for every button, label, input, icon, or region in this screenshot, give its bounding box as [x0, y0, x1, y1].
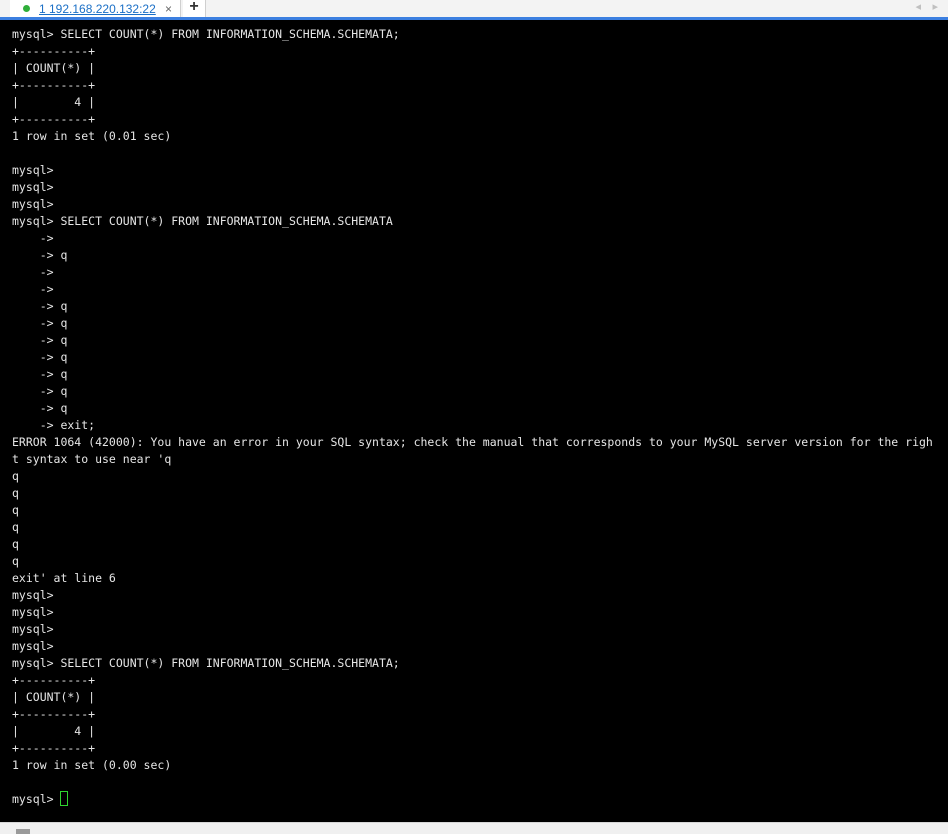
session-tab[interactable]: 1 192.168.220.132:22 ×: [10, 0, 181, 17]
terminal-line: | COUNT(*) |: [12, 690, 96, 704]
terminal-line: q: [12, 486, 19, 500]
terminal-line: -> q: [12, 248, 68, 262]
terminal-line: mysql>: [12, 639, 54, 653]
terminal-line: ->: [12, 265, 54, 279]
terminal-line: -> q: [12, 299, 68, 313]
terminal-line: mysql>: [12, 588, 54, 602]
terminal-output[interactable]: mysql> SELECT COUNT(*) FROM INFORMATION_…: [12, 26, 944, 808]
terminal-line: +----------+: [12, 112, 96, 126]
terminal-line: q: [12, 503, 19, 517]
terminal-line: +----------+: [12, 44, 96, 58]
terminal-line: exit' at line 6: [12, 571, 116, 585]
session-tab-label[interactable]: 1 192.168.220.132:22: [39, 2, 156, 16]
terminal-line: -> q: [12, 316, 68, 330]
close-tab-icon[interactable]: ×: [165, 2, 172, 16]
terminal-prompt: mysql>: [12, 792, 61, 806]
terminal-line: mysql>: [12, 622, 54, 636]
active-tab-accent: [0, 17, 948, 20]
terminal-line: +----------+: [12, 707, 96, 721]
terminal-line: q: [12, 469, 19, 483]
terminal-line: q: [12, 537, 19, 551]
terminal-line: 1 row in set (0.01 sec): [12, 129, 172, 143]
terminal-line: q: [12, 520, 19, 534]
terminal-line: mysql> SELECT COUNT(*) FROM INFORMATION_…: [12, 27, 400, 41]
terminal-line: | 4 |: [12, 724, 96, 738]
terminal-line: 1 row in set (0.00 sec): [12, 758, 172, 772]
terminal-line: +----------+: [12, 673, 96, 687]
terminal-line: ->: [12, 231, 54, 245]
terminal-line: t syntax to use near 'q: [12, 452, 172, 466]
terminal-line: +----------+: [12, 741, 96, 755]
terminal-line: mysql> SELECT COUNT(*) FROM INFORMATION_…: [12, 656, 400, 670]
terminal-line: -> exit;: [12, 418, 96, 432]
terminal-line: mysql>: [12, 180, 54, 194]
connection-status-icon: [23, 5, 30, 12]
terminal-line: mysql>: [12, 197, 54, 211]
terminal-line: | 4 |: [12, 95, 96, 109]
scroll-left-icon[interactable]: ◂: [915, 0, 921, 13]
terminal-prompt-line[interactable]: mysql>: [12, 791, 944, 808]
terminal-line: -> q: [12, 367, 68, 381]
terminal-line: mysql>: [12, 605, 54, 619]
terminal-line: -> q: [12, 384, 68, 398]
status-bar: [0, 822, 948, 834]
tab-bar: 1 192.168.220.132:22 × + ◂ ▸: [0, 0, 948, 18]
new-tab-button[interactable]: +: [183, 0, 206, 17]
terminal-line: mysql>: [12, 163, 54, 177]
terminal-line: | COUNT(*) |: [12, 61, 96, 75]
terminal-line: -> q: [12, 350, 68, 364]
terminal-line: -> q: [12, 333, 68, 347]
terminal-line: ERROR 1064 (42000): You have an error in…: [12, 435, 933, 449]
tab-scroll-controls: ◂ ▸: [907, 0, 938, 17]
terminal-line: q: [12, 554, 19, 568]
terminal-line: mysql> SELECT COUNT(*) FROM INFORMATION_…: [12, 214, 393, 228]
terminal-line: ->: [12, 282, 54, 296]
status-bar-icon: [16, 829, 30, 834]
text-cursor: [60, 791, 69, 806]
terminal-line: -> q: [12, 401, 68, 415]
scroll-right-icon[interactable]: ▸: [932, 0, 938, 13]
terminal-line: +----------+: [12, 78, 96, 92]
